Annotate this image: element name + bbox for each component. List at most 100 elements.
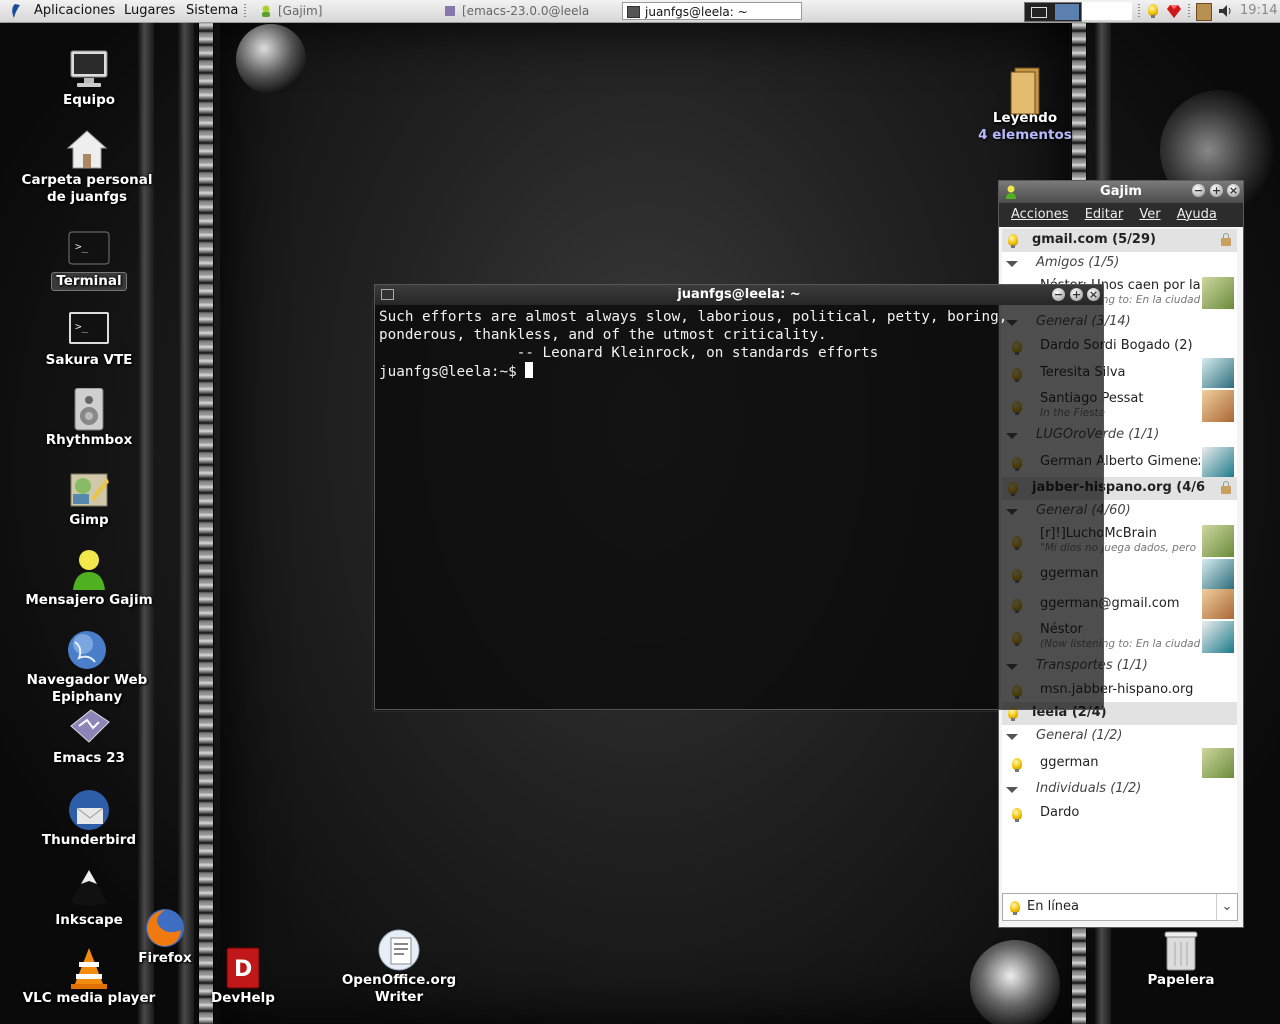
group-row[interactable]: Amigos (1/5) <box>1002 252 1237 275</box>
emacs-icon <box>444 4 457 16</box>
account-row[interactable]: gmail.com (5/29) <box>1002 229 1237 252</box>
terminal-prompt: juanfgs@leela:~$ <box>379 364 526 380</box>
menu-bar: Acciones Editar Ver Ayuda <box>999 203 1243 227</box>
wallpaper-ornament <box>236 24 306 94</box>
desktop-icon-terminal[interactable]: >_ Terminal <box>14 228 164 291</box>
avatar <box>1202 447 1234 477</box>
terminal-icon <box>381 289 394 300</box>
close-button[interactable]: × <box>1227 184 1240 197</box>
home-folder-icon <box>65 128 109 172</box>
terminal-line: Such efforts are almost always slow, lab… <box>379 309 1008 325</box>
contact-row[interactable]: ggerman <box>1002 748 1237 778</box>
expander-icon <box>1006 787 1018 793</box>
desktop-icon-sakura[interactable]: >_ Sakura VTE <box>14 308 164 369</box>
bulb-icon <box>1012 808 1022 822</box>
avatar <box>1202 358 1234 388</box>
terminal-line: -- Leonard Kleinrock, on standards effor… <box>379 345 879 361</box>
expander-icon <box>1006 734 1018 740</box>
chevron-down-icon[interactable]: ⌄ <box>1216 894 1237 920</box>
expander-icon <box>1006 261 1018 267</box>
desktop-icon-emacs[interactable]: Emacs 23 <box>14 706 164 767</box>
menu-ver[interactable]: Ver <box>1139 207 1160 222</box>
workspace-switcher[interactable] <box>1024 2 1082 22</box>
avatar <box>1202 559 1234 589</box>
gnome-foot-icon[interactable] <box>6 2 24 20</box>
panel-handle <box>1138 4 1140 18</box>
taskbar-item-terminal[interactable]: juanfgs@leela: ~ <box>622 2 802 20</box>
avatar <box>1202 621 1234 653</box>
minimize-button[interactable]: − <box>1052 288 1065 301</box>
terminal-window[interactable]: juanfgs@leela: ~ − + × Such efforts are … <box>374 284 1104 710</box>
window-titlebar[interactable]: juanfgs@leela: ~ − + × <box>375 285 1103 305</box>
desktop-icon-rhythmbox[interactable]: Rhythmbox <box>14 387 164 449</box>
gajim-icon <box>67 548 111 592</box>
emacs-icon <box>67 706 111 750</box>
speaker-icon <box>67 387 111 432</box>
bulb-icon <box>1148 4 1158 18</box>
wallpaper-ornament <box>970 940 1060 1024</box>
lock-icon <box>1221 481 1231 494</box>
gimp-icon <box>67 468 111 512</box>
desktop-icon-leyendo[interactable]: Leyendo 4 elementos <box>950 66 1100 143</box>
menu-lugares[interactable]: Lugares <box>124 0 175 22</box>
desktop-icon-equipo[interactable]: Equipo <box>14 48 164 109</box>
terminal-icon: >_ <box>67 228 111 272</box>
globe-icon <box>65 628 109 672</box>
contact-row[interactable]: Dardo <box>1002 801 1237 825</box>
terminal-icon: >_ <box>67 308 111 352</box>
desktop-icon-papelera[interactable]: Papelera <box>1106 928 1256 989</box>
menu-editar[interactable]: Editar <box>1085 207 1124 222</box>
gajim-icon <box>260 4 273 17</box>
menu-aplicaciones[interactable]: Aplicaciones <box>34 0 115 22</box>
group-row[interactable]: General (1/2) <box>1002 725 1237 748</box>
menu-acciones[interactable]: Acciones <box>1011 207 1069 222</box>
writer-doc-icon <box>377 928 421 972</box>
volume-icon[interactable] <box>1218 3 1234 19</box>
clock[interactable]: 19:14 <box>1240 0 1277 22</box>
group-row[interactable]: Individuals (1/2) <box>1002 778 1237 801</box>
svg-text:D: D <box>234 957 252 982</box>
devhelp-book-icon: D <box>221 946 265 990</box>
desktop-icon-home[interactable]: Carpeta personal de juanfgs <box>12 128 162 206</box>
window-titlebar[interactable]: Gajim − + × <box>999 181 1243 203</box>
taskbar-item-gajim[interactable]: [Gajim] <box>256 2 426 20</box>
status-selector[interactable]: En línea ⌄ <box>1002 893 1238 921</box>
menu-sistema[interactable]: Sistema <box>186 0 238 22</box>
terminal-icon <box>627 5 640 18</box>
top-panel: Aplicaciones Lugares Sistema [Gajim] [em… <box>0 0 1280 23</box>
bulb-icon <box>1012 758 1022 772</box>
terminal-output[interactable]: Such efforts are almost always slow, lab… <box>375 305 1103 384</box>
terminal-prompt-line[interactable]: juanfgs@leela:~$ <box>379 362 1099 381</box>
svg-text:>_: >_ <box>75 320 89 333</box>
desktop-icon-writer[interactable]: OpenOffice.org Writer <box>324 928 474 1006</box>
desktop-icon-thunderbird[interactable]: Thunderbird <box>14 788 164 849</box>
desktop-icon-epiphany[interactable]: Navegador Web Epiphany <box>12 628 162 706</box>
panel-handle <box>244 4 246 18</box>
terminal-line: ponderous, thankless, and of the utmost … <box>379 327 827 343</box>
firefox-icon <box>143 906 187 950</box>
bulb-icon <box>1008 234 1018 248</box>
trash-icon <box>1159 928 1203 972</box>
workspace-2[interactable] <box>1055 4 1079 20</box>
svg-text:>_: >_ <box>75 240 89 253</box>
minimize-button[interactable]: − <box>1192 184 1205 197</box>
avatar <box>1202 748 1234 778</box>
desktop-icon-devhelp[interactable]: D DevHelp <box>168 946 318 1007</box>
maximize-button[interactable]: + <box>1210 184 1223 197</box>
computer-icon <box>67 48 111 92</box>
workspace-1[interactable] <box>1031 7 1047 18</box>
avatar <box>1202 277 1234 309</box>
desktop-icon-gajim[interactable]: Mensajero Gajim <box>14 548 164 609</box>
avatar <box>1202 390 1234 422</box>
maximize-button[interactable]: + <box>1070 288 1083 301</box>
folder-icon <box>1003 66 1047 115</box>
desktop-icon-gimp[interactable]: Gimp <box>14 468 164 529</box>
notes-icon[interactable] <box>1196 3 1212 21</box>
lock-icon <box>1221 233 1231 246</box>
ruby-gem-icon[interactable] <box>1165 2 1183 20</box>
menu-ayuda[interactable]: Ayuda <box>1177 207 1217 222</box>
taskbar-item-emacs[interactable]: [emacs-23.0.0@leela <box>440 2 610 20</box>
wallpaper-bar <box>178 22 194 1024</box>
close-button[interactable]: × <box>1087 288 1100 301</box>
panel-handle <box>1188 4 1190 18</box>
